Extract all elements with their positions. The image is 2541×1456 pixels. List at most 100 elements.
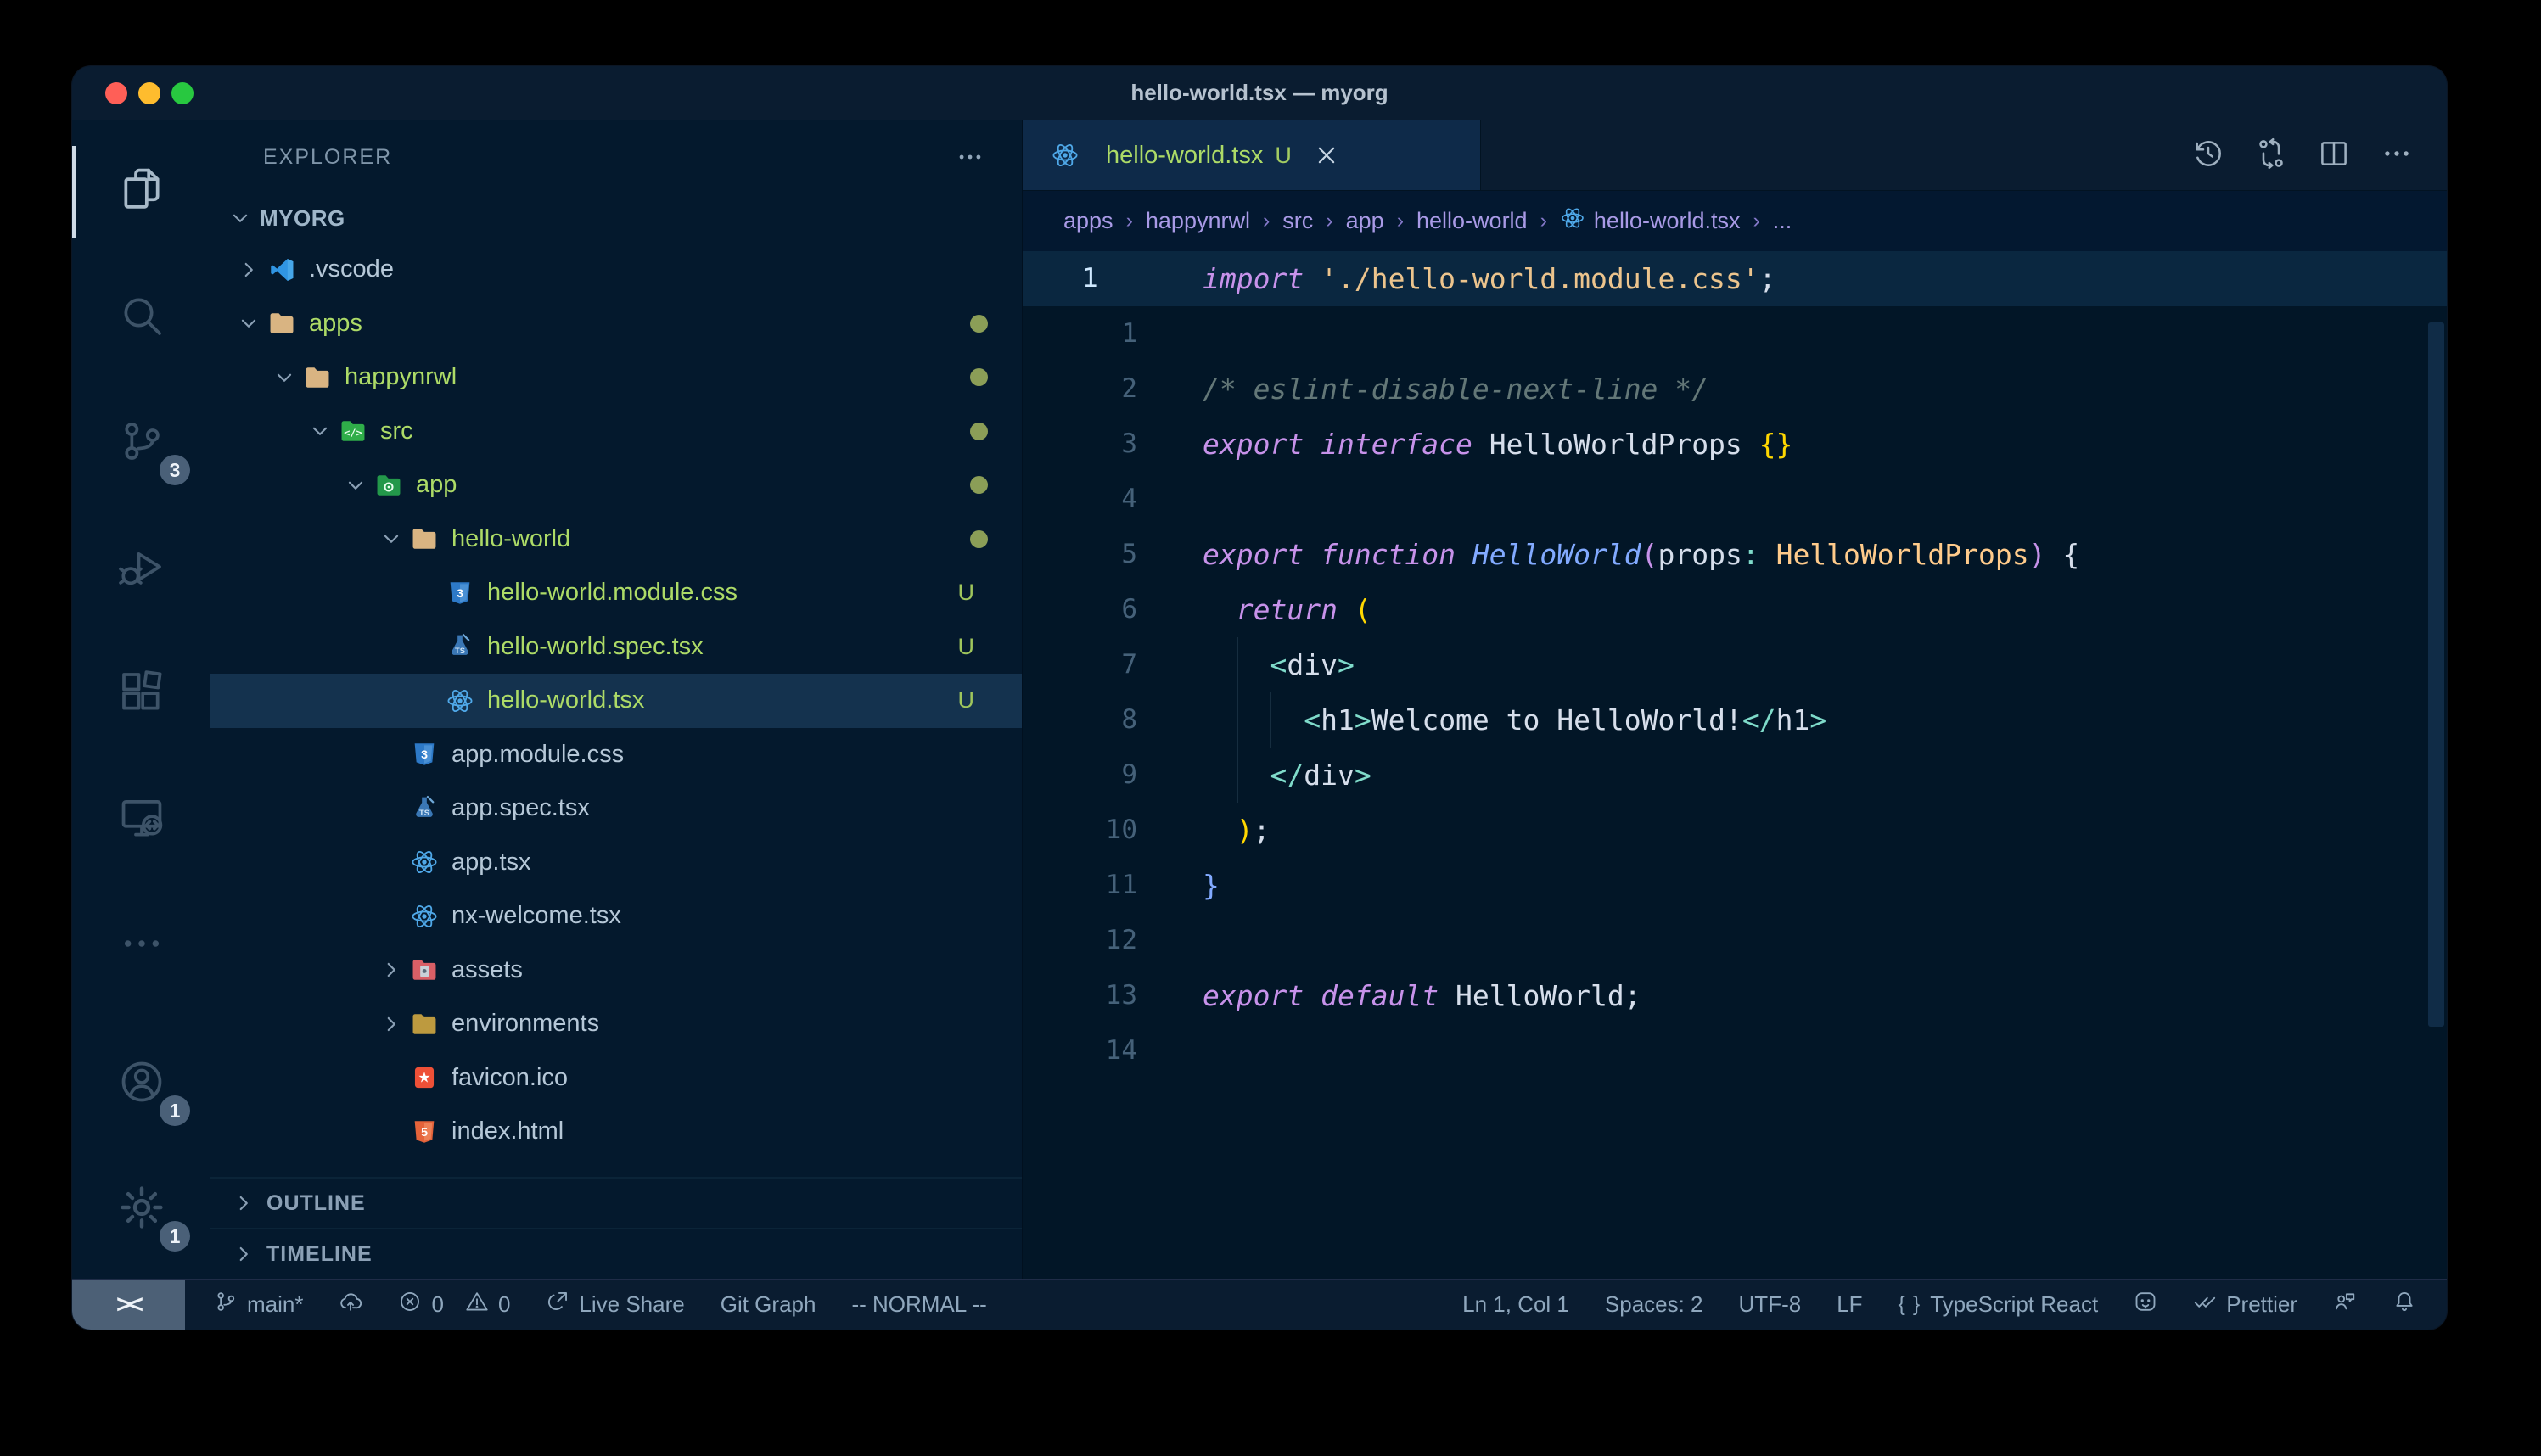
tree-item-index-html[interactable]: 5index.html xyxy=(210,1105,1022,1159)
status-item-typescript-react[interactable]: { }TypeScript React xyxy=(1899,1291,2099,1318)
tree-item-hello-world-spec-tsx[interactable]: TShello-world.spec.tsxU xyxy=(210,620,1022,675)
tab-hello-world-tsx[interactable]: hello-world.tsx U xyxy=(1023,120,1481,190)
code-line[interactable]: 8 <h1>Welcome to HelloWorld!</h1> xyxy=(1023,692,2447,748)
status-item-ln-1-col-1[interactable]: Ln 1, Col 1 xyxy=(1462,1291,1569,1318)
activity-item-remote-explorer[interactable] xyxy=(72,757,210,882)
tree-item-label: apps xyxy=(309,310,362,338)
more-actions-icon xyxy=(118,920,165,972)
status-item-bell[interactable] xyxy=(2392,1290,2416,1319)
code-line[interactable]: 1 xyxy=(1023,306,2447,361)
folder-assets-icon xyxy=(408,954,440,986)
tree-item-apps[interactable]: apps xyxy=(210,297,1022,351)
git-modified-dot xyxy=(970,368,988,386)
status-item-main[interactable]: main* xyxy=(214,1290,303,1319)
code-line[interactable]: 4 xyxy=(1023,472,2447,527)
remote-indicator[interactable]: >< xyxy=(72,1280,185,1330)
status-item-lf[interactable]: LF xyxy=(1837,1291,1862,1318)
tree-item-label: environments xyxy=(452,1010,599,1038)
activity-item-explorer[interactable] xyxy=(72,129,210,255)
section-outline[interactable]: OUTLINE xyxy=(210,1177,1022,1228)
activity-item-accounts[interactable]: 1 xyxy=(72,1021,210,1146)
status-item-feedback[interactable] xyxy=(2333,1290,2357,1319)
tree-item-assets[interactable]: assets xyxy=(210,944,1022,998)
tree-item-hello-world[interactable]: hello-world xyxy=(210,512,1022,567)
tree-item-label: src xyxy=(380,417,413,445)
css-icon: 3 xyxy=(408,738,440,770)
code-editor[interactable]: 1import './hello-world.module.css';12/* … xyxy=(1023,251,2447,1279)
breadcrumb-item-happynrwl[interactable]: happynrwl xyxy=(1146,208,1250,234)
code-line-current[interactable]: 1import './hello-world.module.css'; xyxy=(1023,251,2447,306)
chevron-spacer xyxy=(379,1065,404,1090)
chevron-down-icon xyxy=(379,526,404,552)
breadcrumb-item-file[interactable]: hello-world.tsx xyxy=(1560,205,1741,237)
react-icon xyxy=(444,685,476,717)
split-editor-button[interactable] xyxy=(2318,137,2350,174)
tree-item-app-module-css[interactable]: 3app.module.css xyxy=(210,728,1022,782)
code-line[interactable]: 13export default HelloWorld; xyxy=(1023,968,2447,1023)
breadcrumb-item-src[interactable]: src xyxy=(1282,208,1313,234)
workspace-section-header[interactable]: MYORG xyxy=(210,193,1022,243)
activity-item-search[interactable] xyxy=(72,255,210,380)
tree-item-nx-welcome-tsx[interactable]: nx-welcome.tsx xyxy=(210,889,1022,944)
editor-scrollbar[interactable] xyxy=(2428,322,2444,1027)
explorer-more-actions-button[interactable] xyxy=(956,143,984,171)
status-item-octoface[interactable] xyxy=(2134,1290,2157,1319)
activity-item-more-actions[interactable] xyxy=(72,882,210,1008)
error-icon xyxy=(398,1290,422,1319)
tree-item-app-tsx[interactable]: app.tsx xyxy=(210,836,1022,890)
code-line[interactable]: 10 ); xyxy=(1023,803,2447,858)
tree-item-favicon-ico[interactable]: ★favicon.ico xyxy=(210,1051,1022,1106)
breadcrumb-item-more[interactable]: ... xyxy=(1773,208,1792,234)
status-item-cloud-upload[interactable] xyxy=(339,1290,362,1319)
activity-item-settings[interactable]: 1 xyxy=(72,1146,210,1272)
svg-text:3: 3 xyxy=(457,587,463,601)
breadcrumb-item-apps[interactable]: apps xyxy=(1063,208,1113,234)
tree-item-app-spec-tsx[interactable]: TSapp.spec.tsx xyxy=(210,781,1022,836)
more-button[interactable] xyxy=(2381,137,2413,174)
status-left: main* 00 Live Share Git Graph -- NORMAL -- xyxy=(185,1290,987,1319)
tree-item-environments[interactable]: environments xyxy=(210,997,1022,1051)
tree-item-hello-world-module-css[interactable]: 3hello-world.module.cssU xyxy=(210,566,1022,620)
breadcrumb-separator: › xyxy=(1263,209,1270,233)
history-button[interactable] xyxy=(2192,137,2224,174)
breadcrumb-item-app[interactable]: app xyxy=(1346,208,1384,234)
tree-item-happynrwl[interactable]: happynrwl xyxy=(210,350,1022,405)
tree-item--vscode[interactable]: .vscode xyxy=(210,243,1022,297)
code-line[interactable]: 6 return ( xyxy=(1023,582,2447,637)
code-line[interactable]: 3export interface HelloWorldProps {} xyxy=(1023,417,2447,472)
code-line[interactable]: 5export function HelloWorld(props: Hello… xyxy=(1023,527,2447,582)
line-number: 14 xyxy=(1023,1023,1137,1078)
activity-item-run-debug[interactable] xyxy=(72,506,210,631)
activity-bar: 3 11 xyxy=(72,120,210,1279)
folder-src-icon: </> xyxy=(337,415,369,447)
code-line[interactable]: 9 </div> xyxy=(1023,748,2447,803)
activity-item-source-control[interactable]: 3 xyxy=(72,380,210,506)
tree-item-label: hello-world.spec.tsx xyxy=(487,633,704,661)
code-line[interactable]: 14 xyxy=(1023,1023,2447,1078)
code-line[interactable]: 7 <div> xyxy=(1023,637,2447,692)
status-bar: >< main* 00 Live Share Git Graph -- NORMAL -… xyxy=(72,1279,2447,1330)
svg-text:</>: </> xyxy=(344,427,362,439)
tree-item-app[interactable]: app xyxy=(210,458,1022,512)
section-timeline[interactable]: TIMELINE xyxy=(210,1228,1022,1279)
breadcrumb-item-hello-world[interactable]: hello-world xyxy=(1416,208,1528,234)
tree-item-label: nx-welcome.tsx xyxy=(452,902,621,930)
status-item-normal[interactable]: -- NORMAL -- xyxy=(851,1291,986,1318)
code-line[interactable]: 12 xyxy=(1023,913,2447,968)
tree-item-hello-world-tsx[interactable]: hello-world.tsxU xyxy=(210,674,1022,728)
compare-changes-button[interactable] xyxy=(2255,137,2287,174)
source-control-icon xyxy=(118,417,165,469)
code-line[interactable]: 11} xyxy=(1023,858,2447,913)
status-item-0[interactable]: 00 xyxy=(398,1290,510,1319)
activity-item-extensions[interactable] xyxy=(72,631,210,757)
status-item-spaces-2[interactable]: Spaces: 2 xyxy=(1605,1291,1703,1318)
status-item-live-share[interactable]: Live Share xyxy=(546,1290,684,1319)
status-item-git-graph[interactable]: Git Graph xyxy=(721,1291,816,1318)
status-item-utf-8[interactable]: UTF-8 xyxy=(1739,1291,1802,1318)
code-line[interactable]: 2/* eslint-disable-next-line */ xyxy=(1023,361,2447,417)
tree-item-label: app.spec.tsx xyxy=(452,794,590,822)
git-modified-dot xyxy=(970,476,988,494)
status-item-prettier[interactable]: Prettier xyxy=(2193,1290,2297,1319)
close-tab-button[interactable] xyxy=(1314,143,1339,168)
tree-item-src[interactable]: </> src xyxy=(210,405,1022,459)
